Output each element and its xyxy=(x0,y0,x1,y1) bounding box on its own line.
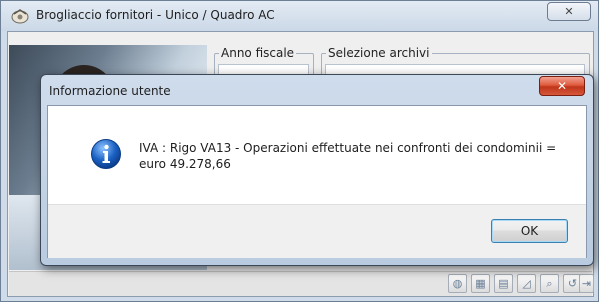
grid-icon: ▦ xyxy=(475,277,486,290)
undo-icon: ↺ xyxy=(567,277,578,290)
page-icon: ▤ xyxy=(498,277,509,290)
toolbar-button-grid[interactable]: ▦ xyxy=(471,274,490,293)
selezione-archivi-label: Selezione archivi xyxy=(326,46,432,60)
main-titlebar: Brogliaccio fornitori - Unico / Quadro A… xyxy=(1,1,598,31)
toolbar-button-page[interactable]: ▤ xyxy=(494,274,513,293)
close-icon: ✕ xyxy=(564,5,574,18)
info-dialog: Informazione utente ✕ IVA : Rigo VA13 - … xyxy=(40,74,594,266)
dialog-client-area: IVA : Rigo VA13 - Operazioni effettuate … xyxy=(47,105,587,258)
app-icon xyxy=(11,9,29,24)
dialog-close-button[interactable]: ✕ xyxy=(539,76,585,96)
toolbar-button-search[interactable]: ⌕ xyxy=(540,274,559,293)
main-close-button[interactable]: ✕ xyxy=(547,2,591,21)
main-window-title: Brogliaccio fornitori - Unico / Quadro A… xyxy=(36,8,275,22)
info-icon xyxy=(91,139,121,169)
ok-button[interactable]: OK xyxy=(491,219,568,243)
dialog-title: Informazione utente xyxy=(49,84,171,98)
toolbar-button-exit[interactable]: ⇥ xyxy=(579,274,594,293)
toolbar-button-text[interactable]: ◿ xyxy=(517,274,536,293)
anno-fiscale-label: Anno fiscale xyxy=(219,46,297,60)
globe-icon: ◍ xyxy=(452,277,463,290)
exit-icon: ⇥ xyxy=(581,277,592,290)
text-icon: ◿ xyxy=(522,277,531,290)
dialog-message: IVA : Rigo VA13 - Operazioni effettuate … xyxy=(139,141,557,171)
toolbar-button-globe[interactable]: ◍ xyxy=(448,274,467,293)
close-icon: ✕ xyxy=(556,79,568,93)
search-icon: ⌕ xyxy=(546,277,553,290)
